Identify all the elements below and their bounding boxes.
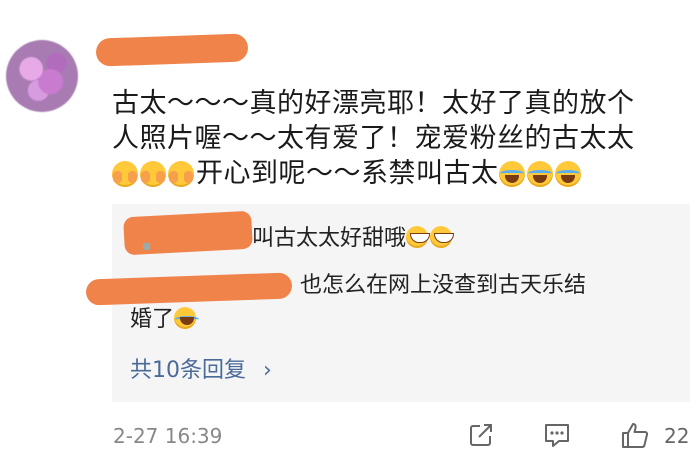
redacted-fragment: ▪ <box>142 238 152 254</box>
reply-1[interactable]: 叫古太太好甜哦 <box>252 224 455 254</box>
like-count: 22 <box>664 424 690 448</box>
cover-face-emoji <box>168 161 194 187</box>
comment-line-3-text: 开心到呢～～系禁叫古太 <box>196 158 499 189</box>
laugh-cry-emoji <box>526 161 553 187</box>
comment-line-3: 开心到呢～～系禁叫古太 <box>112 156 692 191</box>
comment-line-1: 古太～～～真的好漂亮耶！太好了真的放个 <box>112 88 635 119</box>
more-replies-link[interactable]: 共10条回复 › <box>130 352 272 384</box>
comment-body: 古太～～～真的好漂亮耶！太好了真的放个 人照片喔～～太有爱了！宠爱粉丝的古太太 … <box>112 86 692 191</box>
laugh-cry-emoji <box>554 161 581 187</box>
grin-emoji <box>406 226 431 248</box>
laugh-cry-emoji <box>498 161 525 187</box>
commenter-avatar[interactable] <box>6 40 78 112</box>
cover-face-emoji <box>112 161 138 187</box>
chevron-right-icon: › <box>263 358 272 383</box>
more-replies-label: 共10条回复 <box>130 358 246 383</box>
thumbs-up-icon[interactable] <box>620 420 650 450</box>
reply-2-line-2[interactable]: 婚了 <box>130 305 200 335</box>
comment-timestamp: 2-27 16:39 <box>113 424 223 448</box>
cover-face-emoji <box>140 161 166 187</box>
reply-2-cont: 婚了 <box>130 307 175 332</box>
reply-1-text: 叫古太太好甜哦 <box>252 226 407 251</box>
laugh-cry-emoji <box>174 307 200 329</box>
grin-emoji <box>430 226 455 248</box>
share-icon[interactable] <box>466 420 496 450</box>
reply-2-line-1[interactable]: 也怎么在网上没查到古天乐结 <box>300 271 680 301</box>
username-redaction <box>95 33 249 67</box>
comment-line-2: 人照片喔～～太有爱了！宠爱粉丝的古太太 <box>112 123 635 154</box>
comment-icon[interactable] <box>542 420 572 450</box>
